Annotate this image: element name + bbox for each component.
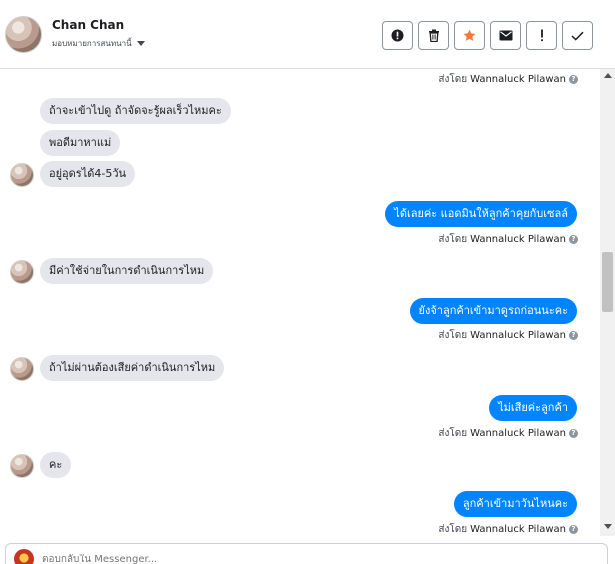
mark-spam-button[interactable]: [382, 21, 413, 50]
scroll-up-arrow-icon[interactable]: [604, 73, 612, 78]
outgoing-message[interactable]: ไม่เสียค่ะลูกค้า: [489, 395, 577, 421]
mark-unread-button[interactable]: [490, 21, 521, 50]
scroll-down-arrow-icon[interactable]: [604, 524, 612, 529]
follow-up-button[interactable]: [454, 21, 485, 50]
exclamation-icon: [540, 29, 543, 42]
help-icon[interactable]: ?: [569, 235, 578, 244]
help-icon[interactable]: ?: [569, 429, 578, 438]
trash-icon: [428, 29, 439, 42]
contact-avatar[interactable]: [5, 16, 42, 53]
sent-by-label: ส่งโดย Wannaluck Pilawan ?: [438, 232, 578, 247]
conversation-header: Chan Chan มอบหมายการสนทนานี้: [0, 0, 615, 69]
thread-scrollbar[interactable]: [600, 69, 615, 536]
assign-conversation-dropdown[interactable]: มอบหมายการสนทนานี้: [52, 37, 145, 50]
help-icon[interactable]: ?: [569, 331, 578, 340]
outgoing-message[interactable]: ยังจ้าลูกค้าเข้ามาดูรถก่อนนะคะ: [409, 298, 577, 324]
sent-by-label: ส่งโดย Wannaluck Pilawan ?: [438, 72, 578, 87]
contact-avatar[interactable]: [10, 163, 34, 187]
caret-down-icon: [136, 41, 145, 46]
check-icon: [571, 31, 584, 41]
delete-button[interactable]: [418, 21, 449, 50]
incoming-message[interactable]: ถ้าไม่ผ่านต้องเสียค่าดำเนินการไหม: [40, 355, 225, 381]
reply-input[interactable]: [42, 554, 582, 564]
contact-avatar[interactable]: [10, 357, 34, 381]
page-avatar: [14, 549, 34, 564]
incoming-message[interactable]: อยู่อุดรได้4-5วัน: [40, 161, 136, 187]
contact-name[interactable]: Chan Chan: [52, 18, 124, 32]
contact-avatar[interactable]: [10, 260, 34, 284]
alert-circle-icon: [391, 29, 404, 42]
help-icon[interactable]: ?: [569, 525, 578, 534]
incoming-message[interactable]: คะ: [40, 452, 72, 478]
reply-composer[interactable]: [5, 543, 608, 564]
incoming-message[interactable]: ถ้าจะเข้าไปดู ถ้าจัดจะรู้ผลเร็วไหมคะ: [40, 98, 231, 124]
outgoing-message[interactable]: ลูกค้าเข้ามาวันไหนคะ: [453, 491, 577, 517]
sent-by-label: ส่งโดย Wannaluck Pilawan ?: [438, 522, 578, 536]
scrollbar-thumb[interactable]: [602, 252, 613, 312]
mail-icon: [499, 30, 512, 41]
outgoing-message[interactable]: ได้เลยค่ะ แอดมินให้ลูกค้าคุยกับเซลล์: [385, 201, 577, 227]
sent-by-label: ส่งโดย Wannaluck Pilawan ?: [438, 426, 578, 441]
important-button[interactable]: [526, 21, 557, 50]
incoming-message[interactable]: พอดีมาหาแม่: [40, 130, 121, 156]
done-button[interactable]: [562, 21, 593, 50]
contact-avatar[interactable]: [10, 454, 34, 478]
help-icon[interactable]: ?: [569, 75, 578, 84]
sent-by-label: ส่งโดย Wannaluck Pilawan ?: [438, 328, 578, 343]
incoming-message[interactable]: มีค่าใช้จ่ายในการดำเนินการไหม: [40, 258, 214, 284]
header-actions: [382, 21, 593, 50]
assign-conversation-label: มอบหมายการสนทนานี้: [52, 39, 132, 48]
star-icon: [463, 29, 476, 41]
message-thread[interactable]: ส่งโดย Wannaluck Pilawan ? ถ้าจะเข้าไปดู…: [0, 69, 600, 536]
